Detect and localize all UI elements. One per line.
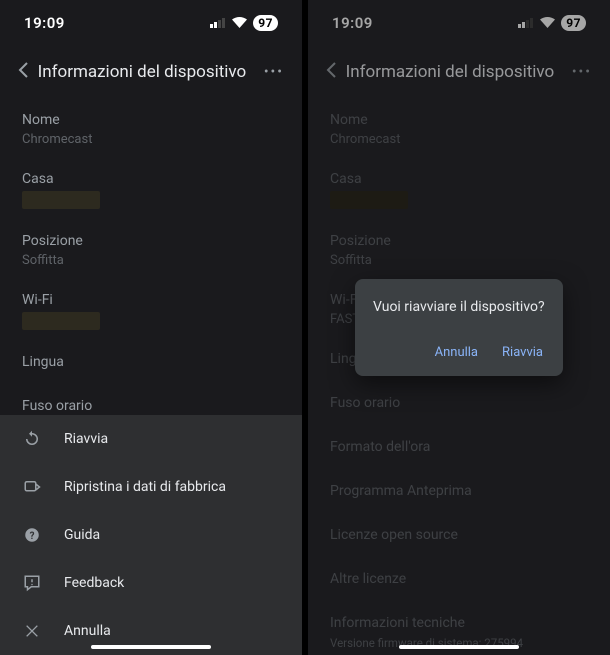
home-label: Casa [22, 171, 280, 187]
status-bar: 19:09 97 [0, 0, 302, 38]
screen-left: 19:09 97 Informazioni del dispositivo ••… [0, 0, 302, 655]
wifi-icon [232, 14, 247, 32]
sheet-restart[interactable]: Riavvia [0, 415, 302, 463]
close-icon [22, 621, 42, 641]
back-icon[interactable] [18, 62, 32, 82]
action-sheet: Riavvia Ripristina i dati di fabbrica ? … [0, 415, 302, 655]
row-wifi[interactable]: Wi-Fi [0, 280, 302, 342]
name-label: Nome [22, 112, 280, 128]
dialog-confirm-button[interactable]: Riavvia [500, 339, 545, 366]
dialog-actions: Annulla Riavvia [373, 339, 545, 366]
row-language[interactable]: Lingua [0, 342, 302, 386]
sheet-feedback[interactable]: Feedback [0, 559, 302, 607]
more-icon[interactable]: ••• [264, 64, 284, 80]
wifi-value-redacted [22, 312, 100, 330]
home-value-redacted [22, 191, 100, 209]
page-title: Informazioni del dispositivo [34, 62, 250, 82]
sheet-help-label: Guida [64, 527, 100, 543]
row-timezone[interactable]: Fuso orario [0, 386, 302, 415]
signal-icon [210, 18, 226, 28]
sheet-help[interactable]: ? Guida [0, 511, 302, 559]
row-position[interactable]: Posizione Soffitta [0, 221, 302, 280]
sheet-factory-reset[interactable]: Ripristina i dati di fabbrica [0, 463, 302, 511]
battery-indicator: 97 [253, 15, 278, 31]
home-indicator[interactable] [91, 645, 211, 649]
status-right: 97 [210, 14, 278, 32]
position-label: Posizione [22, 233, 280, 249]
sheet-restart-label: Riavvia [64, 431, 108, 447]
row-name[interactable]: Nome Chromecast [0, 100, 302, 159]
screen-right: 19:09 97 Informazioni del dispositivo ••… [308, 0, 610, 655]
sheet-feedback-label: Feedback [64, 575, 124, 591]
language-label: Lingua [22, 354, 280, 370]
feedback-icon [22, 573, 42, 593]
content-left: Nome Chromecast Casa Posizione Soffitta … [0, 100, 302, 415]
factory-reset-icon [22, 477, 42, 497]
dialog-overlay: Vuoi riavviare il dispositivo? Annulla R… [308, 0, 610, 655]
restart-icon [22, 429, 42, 449]
dialog-cancel-button[interactable]: Annulla [433, 339, 480, 366]
dialog-title: Vuoi riavviare il dispositivo? [373, 299, 545, 315]
sheet-factory-label: Ripristina i dati di fabbrica [64, 479, 226, 495]
app-header: Informazioni del dispositivo ••• [0, 38, 302, 100]
position-value: Soffitta [22, 253, 280, 268]
restart-dialog: Vuoi riavviare il dispositivo? Annulla R… [355, 279, 563, 376]
name-value: Chromecast [22, 132, 280, 147]
svg-text:?: ? [30, 531, 35, 542]
help-icon: ? [22, 525, 42, 545]
sheet-cancel-label: Annulla [64, 623, 111, 639]
wifi-label: Wi-Fi [22, 292, 280, 308]
timezone-label: Fuso orario [22, 398, 280, 414]
status-time: 19:09 [24, 14, 65, 32]
row-home[interactable]: Casa [0, 159, 302, 221]
